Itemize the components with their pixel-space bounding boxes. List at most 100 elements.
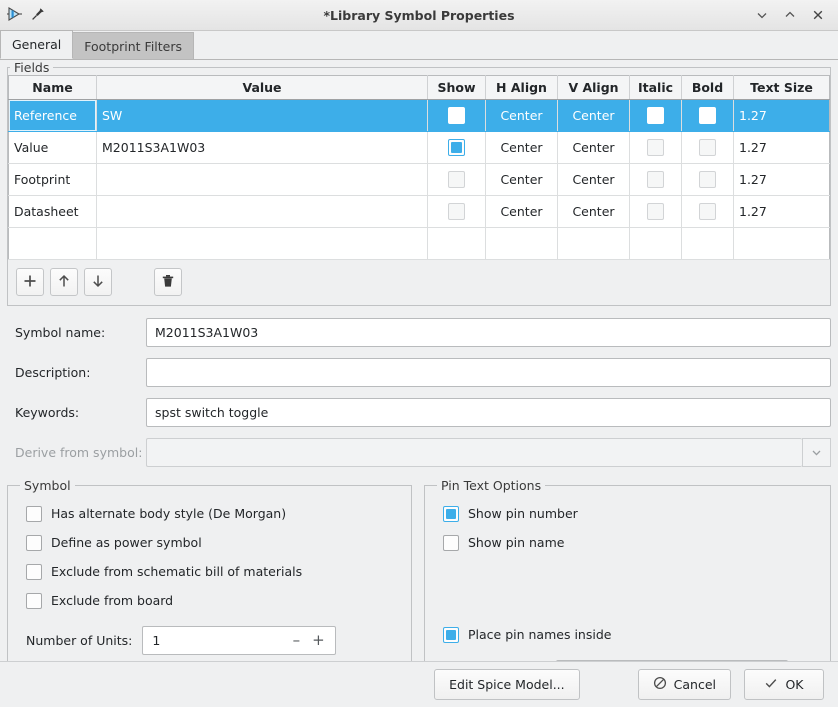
cell-bold[interactable] <box>682 100 734 132</box>
italic-checkbox[interactable] <box>647 139 664 156</box>
cell-h-align[interactable]: Center <box>486 132 558 164</box>
cell-text-size[interactable]: 1.27 <box>734 164 830 196</box>
fields-group-legend: Fields <box>10 60 53 75</box>
cell-h-align[interactable]: Center <box>486 196 558 228</box>
cell-italic[interactable] <box>630 132 682 164</box>
cell-text-size[interactable]: 1.27 <box>734 132 830 164</box>
option-panels: Symbol Has alternate body style (De Morg… <box>7 478 831 678</box>
cell-value[interactable] <box>97 196 428 228</box>
cell-name[interactable]: Reference <box>9 100 97 132</box>
show-checkbox[interactable] <box>448 171 465 188</box>
cell-bold[interactable] <box>682 164 734 196</box>
maximize-button[interactable] <box>783 8 797 22</box>
cell-name[interactable]: Datasheet <box>9 196 97 228</box>
bold-checkbox[interactable] <box>699 203 716 220</box>
number-of-units-value[interactable]: 1 <box>152 633 285 648</box>
cell-v-align[interactable]: Center <box>558 132 630 164</box>
cell-value[interactable]: SW <box>97 100 428 132</box>
show-checkbox[interactable] <box>448 107 465 124</box>
italic-checkbox[interactable] <box>647 203 664 220</box>
minimize-button[interactable] <box>755 8 769 22</box>
cell-bold[interactable] <box>682 196 734 228</box>
show-pin-number-checkbox[interactable] <box>443 506 459 522</box>
show-checkbox[interactable] <box>448 139 465 156</box>
derive-from-symbol-label: Derive from symbol: <box>7 445 146 460</box>
delete-field-button[interactable] <box>154 268 182 296</box>
checkbox-row-exclude-board[interactable]: Exclude from board <box>18 586 401 615</box>
symbol-options-legend: Symbol <box>20 478 75 493</box>
exclude-board-label: Exclude from board <box>51 593 173 608</box>
checkbox-row-exclude-bom[interactable]: Exclude from schematic bill of materials <box>18 557 401 586</box>
cell-v-align[interactable]: Center <box>558 196 630 228</box>
cell-show[interactable] <box>428 100 486 132</box>
power-symbol-checkbox[interactable] <box>26 535 42 551</box>
number-of-units-stepper[interactable]: 1 – + <box>142 626 336 655</box>
column-header-name[interactable]: Name <box>9 76 97 100</box>
cell-v-align[interactable]: Center <box>558 164 630 196</box>
cell-h-align[interactable]: Center <box>486 100 558 132</box>
cell-italic[interactable] <box>630 196 682 228</box>
table-row[interactable]: Value M2011S3A1W03 Center Center 1.27 <box>9 132 830 164</box>
checkbox-row-de-morgan[interactable]: Has alternate body style (De Morgan) <box>18 499 401 528</box>
table-row[interactable]: Footprint Center Center 1.27 <box>9 164 830 196</box>
checkbox-row-show-pin-number[interactable]: Show pin number <box>435 499 820 528</box>
place-pin-names-inside-label: Place pin names inside <box>468 627 611 642</box>
cell-show[interactable] <box>428 164 486 196</box>
de-morgan-checkbox[interactable] <box>26 506 42 522</box>
tab-footprint-filters[interactable]: Footprint Filters <box>72 32 194 59</box>
description-input[interactable] <box>146 358 831 387</box>
description-row: Description: <box>7 358 831 387</box>
exclude-board-checkbox[interactable] <box>26 593 42 609</box>
cancel-button[interactable]: Cancel <box>638 669 731 700</box>
ok-button[interactable]: OK <box>744 669 824 700</box>
cell-show[interactable] <box>428 132 486 164</box>
edit-spice-model-button[interactable]: Edit Spice Model... <box>434 669 580 700</box>
bold-checkbox[interactable] <box>699 171 716 188</box>
cell-text-size[interactable]: 1.27 <box>734 196 830 228</box>
column-header-bold[interactable]: Bold <box>682 76 734 100</box>
add-field-button[interactable] <box>16 268 44 296</box>
table-row[interactable]: Reference SW Center Center 1.27 <box>9 100 830 132</box>
checkbox-row-power-symbol[interactable]: Define as power symbol <box>18 528 401 557</box>
number-of-units-decrement-button[interactable]: – <box>285 633 307 648</box>
close-button[interactable] <box>811 8 825 22</box>
italic-checkbox[interactable] <box>647 107 664 124</box>
column-header-text-size[interactable]: Text Size <box>734 76 830 100</box>
exclude-bom-checkbox[interactable] <box>26 564 42 580</box>
column-header-v-align[interactable]: V Align <box>558 76 630 100</box>
cell-name[interactable]: Value <box>9 132 97 164</box>
keywords-input[interactable]: spst switch toggle <box>146 398 831 427</box>
column-header-value[interactable]: Value <box>97 76 428 100</box>
number-of-units-increment-button[interactable]: + <box>307 633 329 648</box>
show-checkbox[interactable] <box>448 203 465 220</box>
cell-italic[interactable] <box>630 100 682 132</box>
bold-checkbox[interactable] <box>699 107 716 124</box>
cell-name[interactable]: Footprint <box>9 164 97 196</box>
keywords-label: Keywords: <box>7 405 146 420</box>
cell-value[interactable] <box>97 164 428 196</box>
place-pin-names-inside-checkbox[interactable] <box>443 627 459 643</box>
move-field-down-button[interactable] <box>84 268 112 296</box>
checkbox-row-show-pin-name[interactable]: Show pin name <box>435 528 820 557</box>
cell-h-align[interactable]: Center <box>486 164 558 196</box>
column-header-h-align[interactable]: H Align <box>486 76 558 100</box>
checkbox-row-place-pin-names-inside[interactable]: Place pin names inside <box>435 620 820 649</box>
cell-italic[interactable] <box>630 164 682 196</box>
bold-checkbox[interactable] <box>699 139 716 156</box>
column-header-italic[interactable]: Italic <box>630 76 682 100</box>
move-field-up-button[interactable] <box>50 268 78 296</box>
table-row[interactable]: Datasheet Center Center 1.27 <box>9 196 830 228</box>
italic-checkbox[interactable] <box>647 171 664 188</box>
cell-show[interactable] <box>428 196 486 228</box>
show-pin-name-checkbox[interactable] <box>443 535 459 551</box>
pin-icon[interactable] <box>30 6 46 25</box>
tab-general[interactable]: General <box>0 30 73 59</box>
column-header-show[interactable]: Show <box>428 76 486 100</box>
cell-text-size[interactable]: 1.27 <box>734 100 830 132</box>
cell-bold[interactable] <box>682 132 734 164</box>
derive-from-symbol-row: Derive from symbol: <box>7 438 831 467</box>
symbol-name-input[interactable]: M2011S3A1W03 <box>146 318 831 347</box>
cell-value[interactable]: M2011S3A1W03 <box>97 132 428 164</box>
number-of-units-label: Number of Units: <box>26 633 132 648</box>
cell-v-align[interactable]: Center <box>558 100 630 132</box>
